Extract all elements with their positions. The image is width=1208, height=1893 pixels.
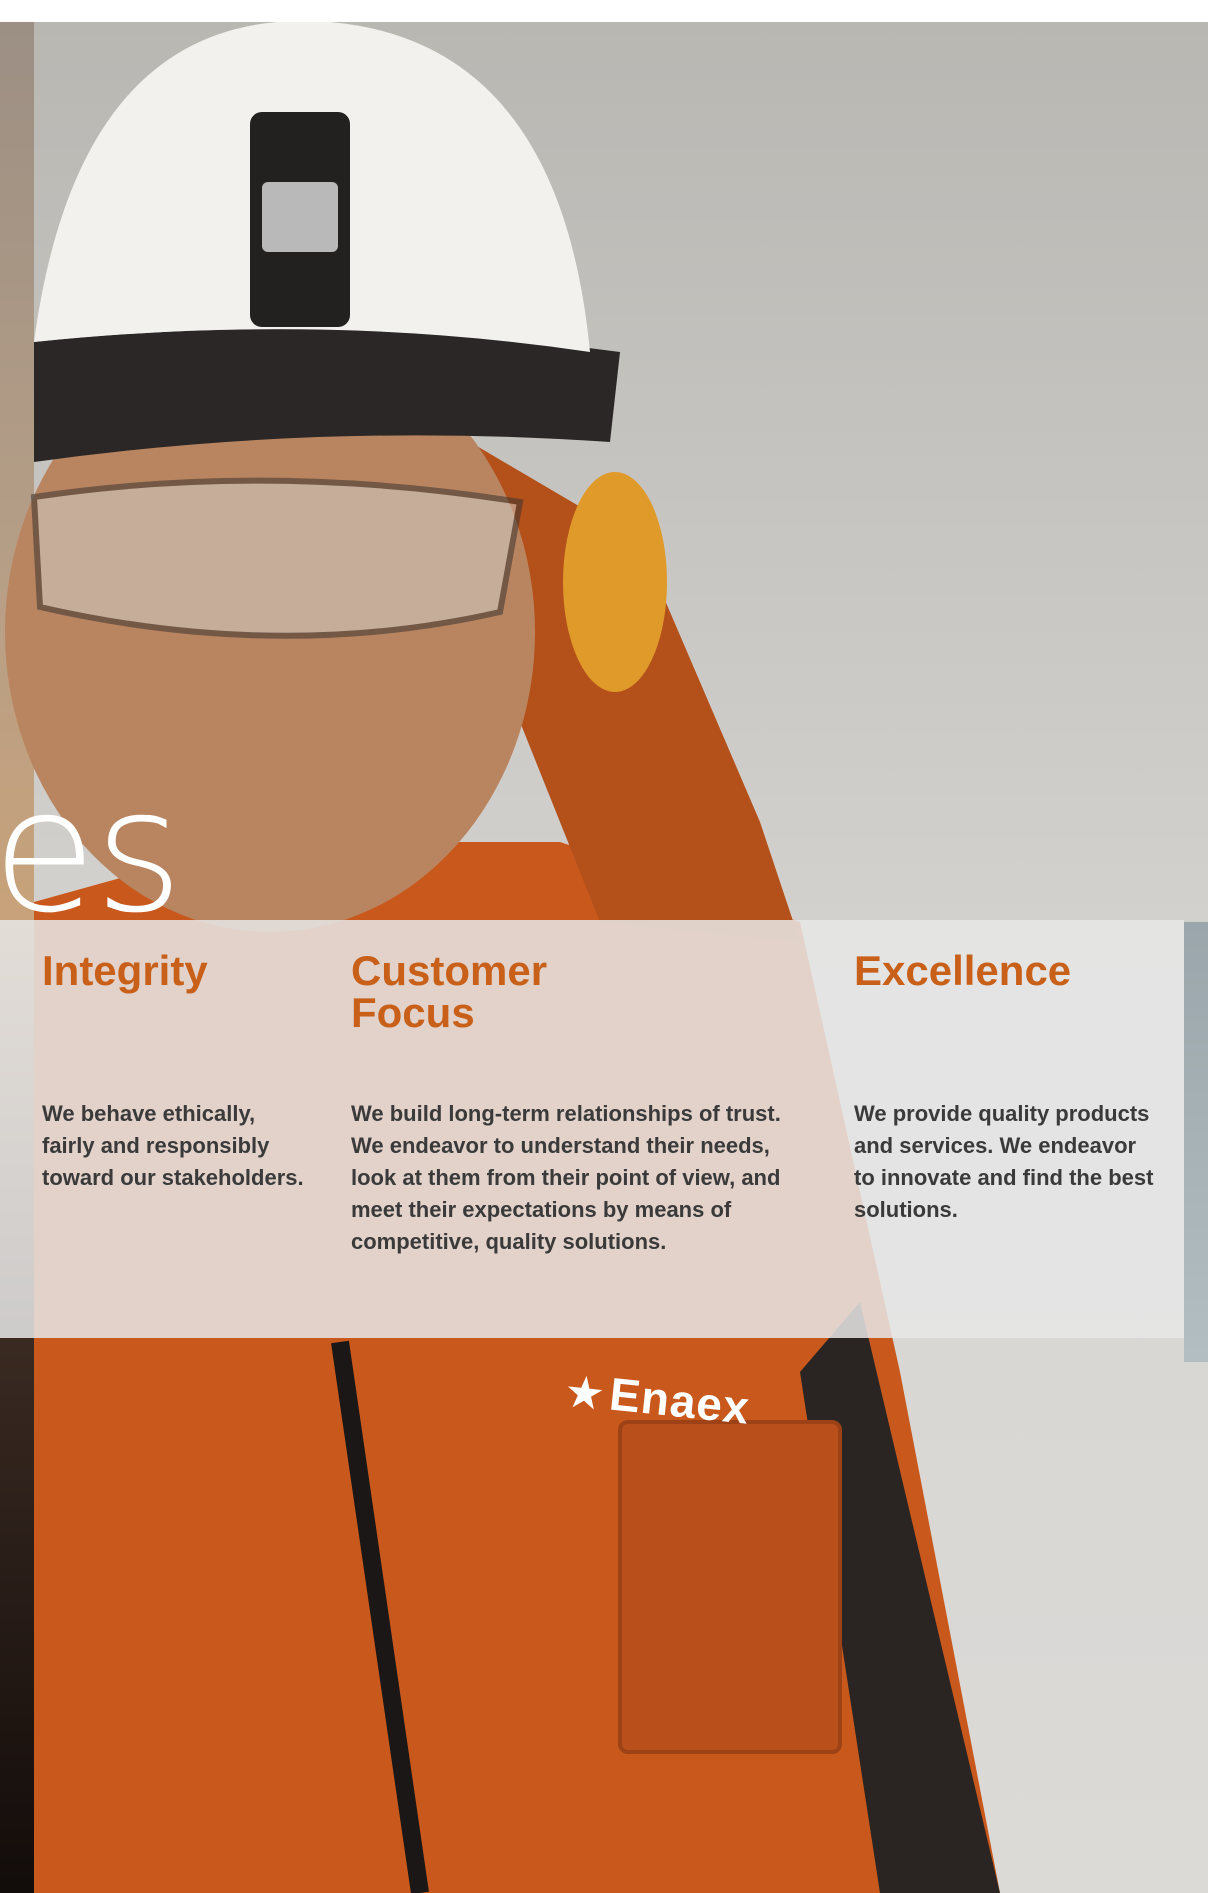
ear-muff-shape: [563, 472, 667, 692]
value-title: Customer Focus: [351, 947, 548, 1036]
value-description: We build long-term relationships of trus…: [351, 1101, 781, 1254]
value-title: Excellence: [854, 947, 1072, 994]
value-excellence: Excellence We provide quality products a…: [854, 947, 1154, 1223]
goggles-shape: [30, 477, 524, 639]
value-title: Integrity: [42, 947, 208, 994]
value-description: We provide quality products and services…: [854, 1101, 1154, 1222]
pocket-shape: [618, 1420, 842, 1754]
values-band: Integrity We behave ethically, fairly an…: [0, 920, 1184, 1338]
value-integrity: Integrity We behave ethically, fairly an…: [42, 947, 312, 1191]
star-logo-icon: ★: [564, 1369, 606, 1418]
value-description: We behave ethically, fairly and responsi…: [42, 1101, 304, 1190]
section-heading-fragment: es: [0, 753, 183, 951]
value-customer-focus: Customer Focus We build long-term relati…: [351, 947, 801, 1255]
